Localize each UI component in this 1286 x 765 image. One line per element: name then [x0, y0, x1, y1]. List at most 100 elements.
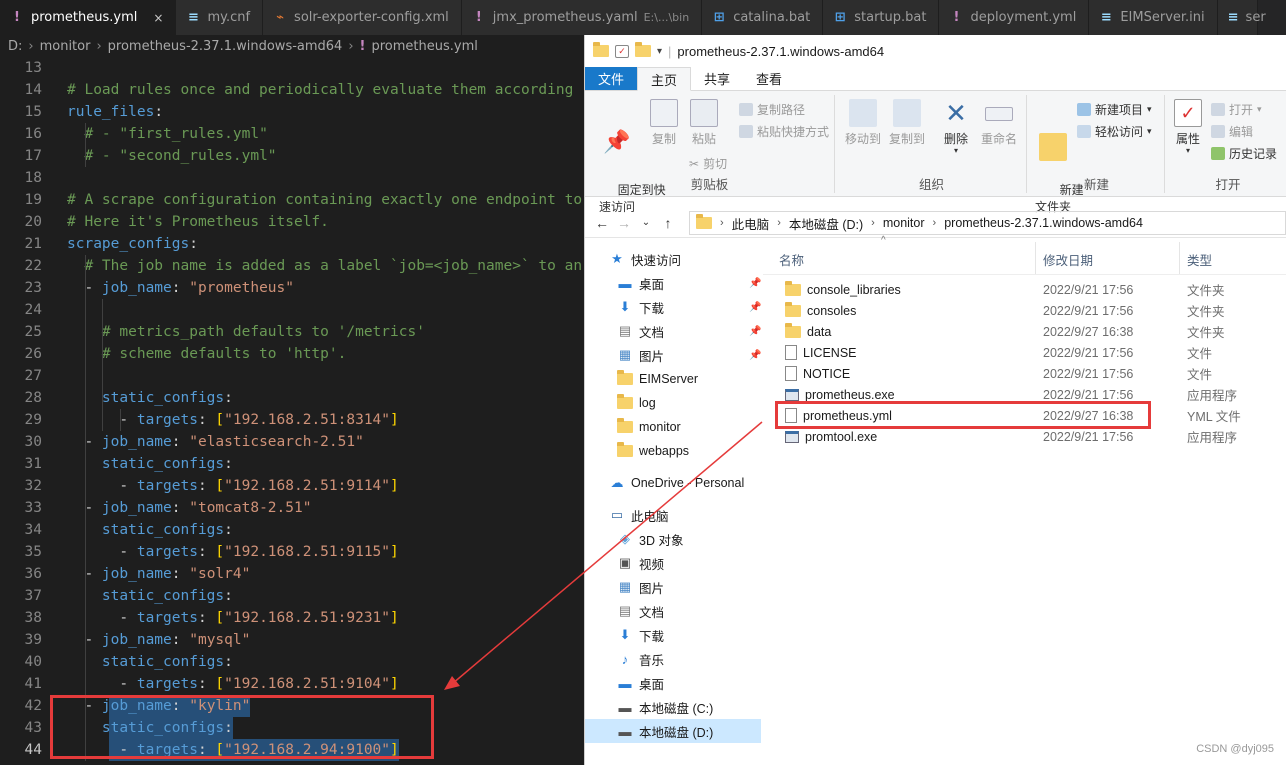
nav-item-desktop[interactable]: ▬ 桌面 [585, 671, 761, 695]
nav-item-doc[interactable]: ▤ 文档 [585, 599, 761, 623]
rename-button[interactable]: 重命名 [977, 99, 1021, 148]
new-folder-quick-icon[interactable] [635, 42, 651, 57]
tab-ser[interactable]: ≡ ser [1217, 0, 1266, 35]
nav-item-folder[interactable]: monitor [585, 415, 761, 439]
nav-item-music[interactable]: ♪ 音乐 [585, 647, 761, 671]
breadcrumb-monitor[interactable]: monitor [40, 39, 91, 54]
tab-share[interactable]: 共享 [691, 67, 743, 90]
nav-item-drive[interactable]: ▬ 本地磁盘 (D:) [585, 719, 761, 743]
tab-startup-bat[interactable]: ⊞ startup.bat [823, 0, 940, 35]
pin-icon[interactable]: 📌 [749, 326, 761, 337]
code-line[interactable]: 35 - targets: ["192.168.2.51:9115"] [0, 541, 585, 563]
code-line[interactable]: 26 # scheme defaults to 'http'. [0, 343, 585, 365]
code-line[interactable]: 37 static_configs: [0, 585, 585, 607]
tab-prometheus-yml[interactable]: ! prometheus.yml × [0, 0, 177, 35]
code-line[interactable]: 43 static_configs: [0, 717, 585, 739]
column-divider[interactable] [1035, 242, 1036, 274]
code-line[interactable]: 20 # Here it's Prometheus itself. [0, 211, 585, 233]
nav-item-pc[interactable]: ▭ 此电脑 [585, 503, 761, 527]
tab-deployment-yml[interactable]: ! deployment.yml [939, 0, 1090, 35]
copy-button[interactable]: 复制 [647, 99, 681, 148]
file-row[interactable]: data 2022/9/27 16:38 文件夹 [777, 321, 1286, 342]
code-line[interactable]: 19 # A scrape configuration containing ex… [0, 189, 585, 211]
edit-button[interactable]: 编辑 [1211, 123, 1253, 140]
pin-icon[interactable]: 📌 [749, 302, 761, 313]
code-line[interactable]: 36 - job_name: "solr4" [0, 563, 585, 585]
code-line[interactable]: 32 - targets: ["192.168.2.51:9114"] [0, 475, 585, 497]
code-line[interactable]: 39 - job_name: "mysql" [0, 629, 585, 651]
address-monitor[interactable]: monitor [883, 216, 925, 230]
recent-dropdown-icon[interactable]: ⌄ [635, 217, 657, 228]
code-line[interactable]: 42 - job_name: "kylin" [0, 695, 585, 717]
code-editor[interactable]: 13 14 # Load rules once and periodically e… [0, 57, 585, 765]
nav-item-video[interactable]: ▣ 视频 [585, 551, 761, 575]
address-current-folder[interactable]: prometheus-2.37.1.windows-amd64 [944, 216, 1143, 230]
code-line[interactable]: 40 static_configs: [0, 651, 585, 673]
paste-button[interactable]: 粘贴 [687, 99, 721, 148]
column-divider[interactable] [1179, 242, 1180, 274]
file-row[interactable]: console_libraries 2022/9/21 17:56 文件夹 [777, 279, 1286, 300]
code-line[interactable]: 38 - targets: ["192.168.2.51:9231"] [0, 607, 585, 629]
code-line[interactable]: 33 - job_name: "tomcat8-2.51" [0, 497, 585, 519]
nav-item-cloud[interactable]: ☁ OneDrive - Personal [585, 471, 761, 495]
code-line[interactable]: 34 static_configs: [0, 519, 585, 541]
column-date[interactable]: 修改日期 [1043, 250, 1093, 269]
nav-item-doc[interactable]: ▤ 文档 📌 [585, 319, 762, 343]
history-button[interactable]: 历史记录 [1211, 145, 1277, 162]
file-row[interactable]: NOTICE 2022/9/21 17:56 文件 [777, 363, 1286, 384]
file-row[interactable]: prometheus.exe 2022/9/21 17:56 应用程序 [777, 384, 1286, 405]
nav-item-folder[interactable]: log [585, 391, 761, 415]
paste-shortcut-button[interactable]: 粘贴快捷方式 [739, 123, 829, 140]
up-arrow-icon[interactable]: ↑ [657, 215, 679, 231]
nav-item-desktop[interactable]: ▬ 桌面 📌 [585, 271, 762, 295]
delete-button[interactable]: ✕ 删除 ▾ [937, 99, 975, 155]
code-line[interactable]: 30 - job_name: "elasticsearch-2.51" [0, 431, 585, 453]
code-line[interactable]: 18 [0, 167, 585, 189]
address-this-pc[interactable]: 此电脑 [732, 214, 770, 233]
move-to-button[interactable]: 移动到 [843, 99, 883, 148]
code-line[interactable]: 23 - job_name: "prometheus" [0, 277, 585, 299]
open-button[interactable]: 打开 ▾ [1211, 101, 1262, 118]
code-line[interactable]: 41 - targets: ["192.168.2.51:9104"] [0, 673, 585, 695]
quick-access-dropdown-icon[interactable]: ▾ [657, 46, 662, 57]
breadcrumb-drive[interactable]: D: [8, 39, 22, 54]
code-line[interactable]: 27 [0, 365, 585, 387]
cut-button[interactable]: ✂ 剪切 [689, 155, 727, 172]
tab-my-cnf[interactable]: ≡ my.cnf [176, 0, 264, 35]
tab-catalina-bat[interactable]: ⊞ catalina.bat [702, 0, 824, 35]
pin-icon[interactable]: 📌 [749, 278, 761, 289]
nav-item-down[interactable]: ⬇ 下载 📌 [585, 295, 762, 319]
properties-button[interactable]: ✓ 属性 ▾ [1171, 99, 1205, 155]
nav-item-pic[interactable]: ▦ 图片 📌 [585, 343, 762, 367]
code-line[interactable]: 14 # Load rules once and periodically eva… [0, 79, 585, 101]
file-row[interactable]: LICENSE 2022/9/21 17:56 文件 [777, 342, 1286, 363]
code-line[interactable]: 21 scrape_configs: [0, 233, 585, 255]
nav-item-pic[interactable]: ▦ 图片 [585, 575, 761, 599]
tab-view[interactable]: 查看 [743, 67, 795, 90]
address-drive-d[interactable]: 本地磁盘 (D:) [789, 214, 863, 233]
new-item-button[interactable]: 新建项目 ▾ [1077, 101, 1152, 118]
properties-quick-icon[interactable]: ✓ [615, 44, 629, 58]
copy-to-button[interactable]: 复制到 [887, 99, 927, 148]
file-row[interactable]: consoles 2022/9/21 17:56 文件夹 [777, 300, 1286, 321]
nav-item-star[interactable]: ★ 快速访问 [585, 247, 761, 271]
column-type[interactable]: 类型 [1187, 250, 1212, 269]
close-icon[interactable]: × [153, 11, 163, 25]
nav-item-drive[interactable]: ▬ 本地磁盘 (C:) [585, 695, 761, 719]
code-line[interactable]: 28 static_configs: [0, 387, 585, 409]
code-line[interactable]: 15 rule_files: [0, 101, 585, 123]
address-bar[interactable]: › 此电脑 › 本地磁盘 (D:) › monitor › prometheus-2.… [689, 211, 1286, 235]
pin-icon[interactable]: 📌 [749, 350, 761, 361]
tab-solr-exporter-config-xml[interactable]: ⌁ solr-exporter-config.xml [263, 0, 462, 35]
breadcrumb-folder[interactable]: prometheus-2.37.1.windows-amd64 [108, 39, 343, 54]
code-line[interactable]: 44 - targets: ["192.168.2.94:9100"] [0, 739, 585, 761]
file-row[interactable]: prometheus.yml 2022/9/27 16:38 YML 文件 [777, 405, 1286, 426]
nav-item-down[interactable]: ⬇ 下载 [585, 623, 761, 647]
code-line[interactable]: 22 # The job name is added as a label `j… [0, 255, 585, 277]
tab-file[interactable]: 文件 [585, 67, 638, 90]
forward-arrow-icon[interactable]: → [613, 215, 635, 231]
code-line[interactable]: 24 [0, 299, 585, 321]
tab-home[interactable]: 主页 [637, 67, 692, 91]
code-line[interactable]: 25 # metrics_path defaults to '/metrics' [0, 321, 585, 343]
code-line[interactable]: 13 [0, 57, 585, 79]
